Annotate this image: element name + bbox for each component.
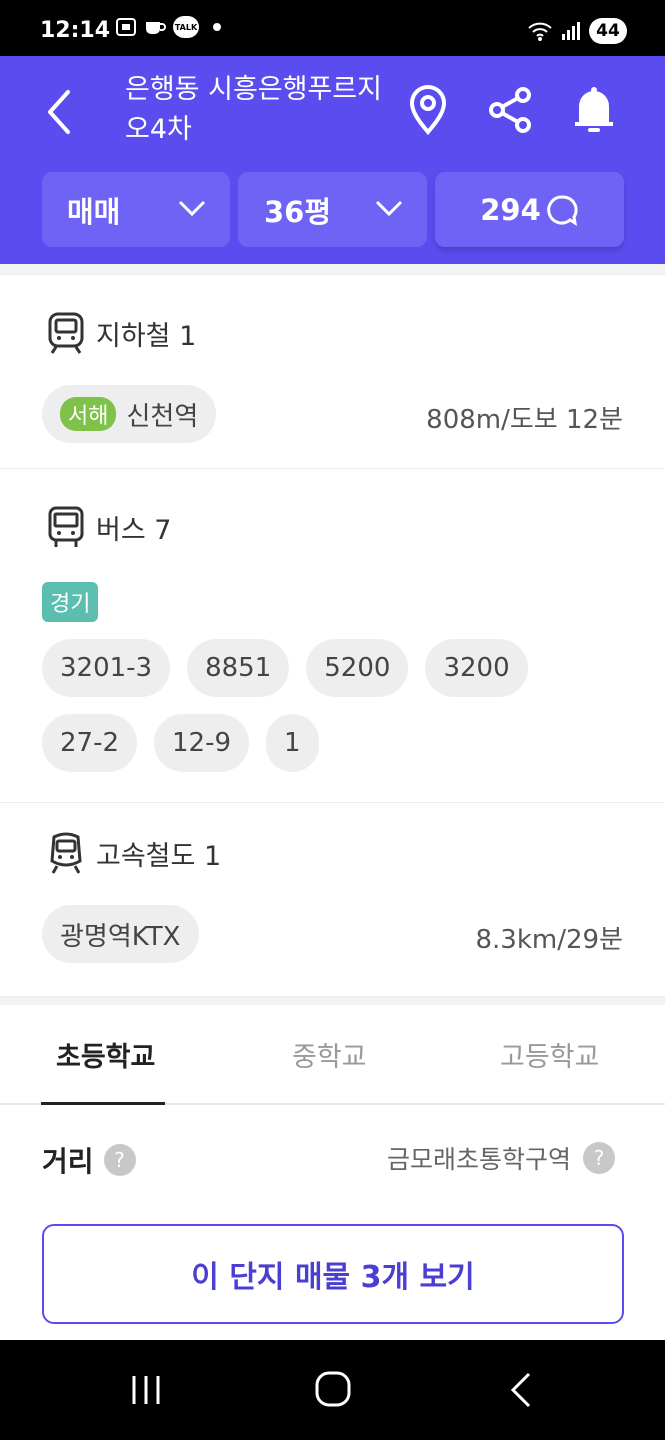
express-header: 고속철도 1 [0,831,221,875]
bus-route-chip[interactable]: 12-9 [154,714,250,772]
express-station-chip[interactable]: 광명역KTX [42,905,199,963]
subway-icon [46,311,86,355]
recent-apps-button[interactable] [128,1372,164,1412]
express-section: 고속철도 1 광명역KTX 8.3km/29분 [0,802,665,996]
battery-indicator: 44 [589,18,627,44]
notification-dot-icon [213,23,221,31]
home-icon [315,1371,351,1407]
bell-icon [575,87,613,132]
trade-type-label: 매매 [67,194,121,229]
active-tab-indicator [41,1102,165,1105]
size-filter[interactable]: 36평 [238,172,427,247]
distance-label: 거리 [42,1145,94,1178]
train-icon [46,831,86,875]
bus-section: 버스 7 경기 3201-3 8851 5200 3200 27-2 12-9 … [0,468,665,802]
tab-middle[interactable]: 중학교 [292,1035,367,1074]
bus-route-row: 3201-3 8851 5200 3200 [42,639,528,697]
divider [0,264,665,274]
express-title: 고속철도 1 [96,840,222,872]
bus-route-chip[interactable]: 27-2 [42,714,138,772]
back-button[interactable] [40,84,80,140]
bus-route-row: 27-2 12-9 1 [42,714,319,772]
system-back-button[interactable] [505,1370,535,1414]
page-title: 은행동 시흥은행푸르지오4차 [125,74,382,145]
alert-button[interactable] [566,80,622,140]
bus-header: 버스 7 [0,505,171,549]
distance-row: 거리 ? [42,1140,136,1180]
region-badge: 경기 [42,582,99,622]
subway-station-chip[interactable]: 서해 신천역 [42,385,217,443]
district-row: 금모래초통학구역 ? [387,1140,615,1176]
transit-content: 지하철 1 서해 신천역 808m/도보 12분 버스 7 경기 3201-3 … [0,264,665,1008]
subway-distance: 808m/도보 12분 [426,405,623,435]
location-button[interactable] [400,80,456,140]
status-right: 44 [527,18,627,44]
app-header: 은행동 시흥은행푸르지오4차 매매 36평 294 [0,56,665,264]
school-tabs: 초등학교 중학교 고등학교 [0,1005,665,1105]
share-button[interactable] [482,80,538,140]
comment-count: 294 [480,192,541,227]
back-arrow-icon [48,90,70,134]
status-bar: 12:14 TALK 44 [0,0,665,56]
bus-icon [46,505,86,549]
trade-type-filter[interactable]: 매매 [42,172,230,247]
subway-title: 지하철 1 [96,320,197,352]
share-icon [489,87,531,133]
coffee-icon [146,22,166,34]
station-name: 신천역 [126,401,199,432]
tab-high[interactable]: 고등학교 [500,1035,599,1074]
tab-elementary[interactable]: 초등학교 [56,1035,155,1074]
bus-title: 버스 7 [96,514,172,546]
status-time: 12:14 [40,18,111,43]
subway-section: 지하철 1 서해 신천역 808m/도보 12분 [0,274,665,468]
screenshot-icon [116,18,136,36]
view-listings-button[interactable]: 이 단지 매물 3개 보기 [42,1224,624,1324]
home-button[interactable] [314,1370,352,1412]
subway-header: 지하철 1 [0,311,196,355]
comments-button[interactable]: 294 [435,172,624,247]
chat-bubble-icon [546,194,578,226]
bus-route-chip[interactable]: 1 [266,714,319,772]
system-nav-bar [0,1340,665,1440]
bus-route-chip[interactable]: 8851 [187,639,290,697]
help-icon[interactable]: ? [583,1142,615,1174]
express-distance: 8.3km/29분 [475,925,624,955]
bus-route-chip[interactable]: 3201-3 [42,639,171,697]
wifi-icon [528,22,552,41]
notification-icons: TALK [115,16,221,38]
size-label: 36평 [264,194,332,229]
district-label: 금모래초통학구역 [386,1145,571,1174]
chevron-down-icon [178,200,206,217]
filter-bar: 매매 36평 294 [42,172,624,247]
recent-apps-icon [132,1376,160,1404]
bus-route-chip[interactable]: 3200 [425,639,528,697]
signal-icon [562,22,580,40]
kakaotalk-icon: TALK [173,16,199,38]
location-pin-icon [409,85,447,136]
help-icon[interactable]: ? [103,1144,136,1176]
system-back-icon [510,1372,531,1408]
chevron-down-icon [375,200,403,217]
bus-route-chip[interactable]: 5200 [306,639,409,697]
line-badge: 서해 [60,397,117,431]
